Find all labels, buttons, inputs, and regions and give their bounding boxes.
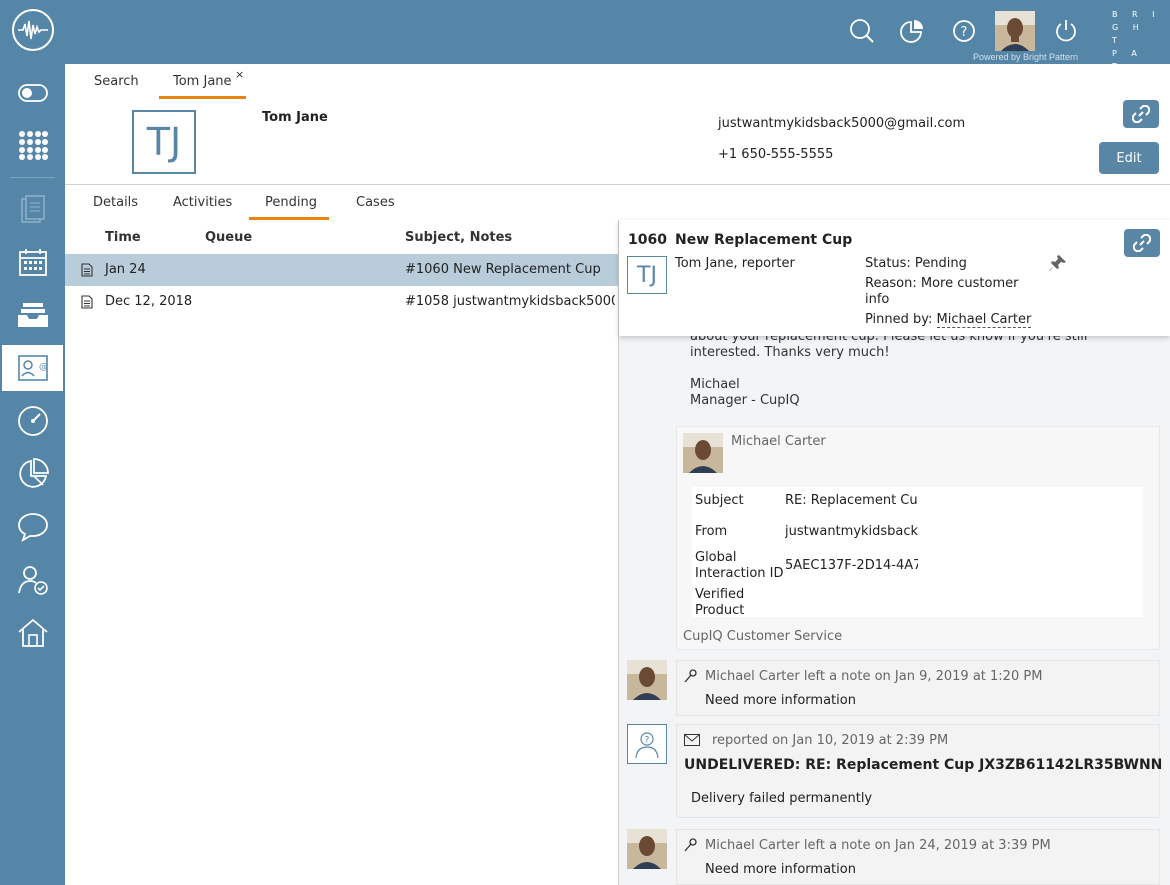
contact-name: Tom Jane (262, 110, 328, 125)
verified-label: Verified Product (695, 587, 745, 618)
undelivered-header: reported on Jan 10, 2019 at 2:39 PM (712, 733, 949, 748)
chat-icon[interactable] (0, 504, 65, 550)
search-icon[interactable] (848, 17, 876, 45)
active-tab-indicator (159, 96, 246, 99)
inbox-icon[interactable] (0, 292, 65, 338)
note-card: Michael Carter left a note on Jan 9, 201… (676, 660, 1160, 716)
case-status: Status: Pending (865, 256, 967, 271)
close-tab-icon[interactable]: × (235, 68, 244, 81)
svg-text:?: ? (961, 25, 968, 40)
header-divider (65, 184, 1170, 185)
tab-activities[interactable]: Activities (173, 195, 232, 210)
unknown-user-icon: ? (627, 724, 667, 764)
pin-note-icon (684, 838, 698, 856)
power-icon[interactable] (1052, 17, 1080, 45)
sidebar: @ (0, 64, 65, 885)
row-time: Jan 24 (105, 262, 146, 277)
brand-logo: B R I G H T P A T T E R N (1112, 10, 1161, 110)
reports-icon[interactable] (898, 17, 926, 45)
clipboard-icon[interactable] (0, 186, 65, 232)
copy-link-button[interactable] (1123, 100, 1159, 128)
subject-label: Subject (695, 493, 744, 508)
row-subject: #1058 justwantmykidsback5000... (405, 294, 615, 309)
sender-avatar (683, 433, 723, 473)
document-icon (81, 295, 93, 313)
from-label: From (695, 524, 728, 539)
contacts-icon[interactable]: @ (2, 345, 63, 391)
tab-tom-jane[interactable]: Tom Jane (173, 74, 232, 89)
case-reason: Reason: More customer info (865, 276, 1019, 307)
agent-icon[interactable] (0, 557, 65, 603)
tab-cases[interactable]: Cases (356, 195, 395, 210)
link-icon (1132, 105, 1150, 123)
note-body: Need more information (705, 862, 856, 877)
gid-label: Global Interaction ID (695, 550, 784, 581)
help-icon[interactable]: ? (950, 17, 978, 45)
row-time: Dec 12, 2018 (105, 294, 193, 309)
edit-button[interactable]: Edit (1099, 142, 1159, 174)
undelivered-body: Delivery failed permanently (691, 791, 873, 806)
note-header: Michael Carter left a note on Jan 24, 20… (705, 838, 1051, 853)
note-author-avatar (627, 829, 667, 869)
case-id: 1060 (628, 232, 667, 248)
toggle-icon[interactable] (0, 70, 65, 116)
case-reporter: Tom Jane, reporter (675, 256, 795, 271)
note-body: Need more information (705, 693, 856, 708)
column-queue[interactable]: Queue (205, 230, 252, 245)
email-metadata-table: Subject RE: Replacement Cup From justwan… (692, 487, 1143, 618)
pin-icon[interactable] (1049, 254, 1067, 276)
subject-value: RE: Replacement Cup (785, 493, 918, 508)
powered-by-text: Powered by Bright Pattern (973, 52, 1079, 62)
column-time[interactable]: Time (105, 230, 141, 245)
pinned-by-label: Pinned by: (865, 312, 933, 327)
app-logo-icon[interactable] (12, 9, 54, 51)
svg-text:@: @ (39, 362, 48, 372)
tab-search[interactable]: Search (94, 74, 139, 89)
top-bar: ? B R I G H T P A T T E R N Powered by B… (0, 0, 1170, 110)
from-value: justwantmykidsback5 (785, 524, 918, 539)
user-avatar[interactable] (995, 11, 1035, 51)
tab-pending[interactable]: Pending (265, 195, 317, 210)
message-signature-title: Manager - CupIQ (690, 393, 800, 408)
analytics-icon[interactable] (0, 451, 65, 497)
sidebar-divider (10, 177, 55, 178)
document-icon (81, 263, 93, 281)
gid-value: 5AEC137F-2D14-4A74 (785, 558, 918, 573)
column-subject[interactable]: Subject, Notes (405, 230, 512, 245)
tab-details[interactable]: Details (93, 195, 138, 210)
note-card: Michael Carter left a note on Jan 24, 20… (676, 829, 1160, 885)
pinned-by-user[interactable]: Michael Carter (936, 312, 1032, 328)
link-icon (1133, 234, 1151, 252)
home-icon[interactable] (0, 610, 65, 656)
message-signature-name: Michael (690, 377, 740, 392)
email-signature: CupIQ Customer Service (683, 629, 843, 644)
pin-note-icon (684, 669, 698, 687)
contact-avatar: TJ (132, 110, 196, 174)
table-row[interactable]: Dec 12, 2018 #1058 justwantmykidsback500… (65, 286, 618, 318)
envelope-icon (684, 734, 700, 750)
calendar-icon[interactable] (0, 239, 65, 285)
dashboard-icon[interactable] (0, 398, 65, 444)
table-row[interactable]: Jan 24 #1060 New Replacement Cup (65, 254, 618, 286)
svg-text:?: ? (645, 736, 650, 746)
reporter-avatar: TJ (627, 256, 667, 294)
contact-email[interactable]: justwantmykidsback5000@gmail.com (718, 116, 965, 131)
pinned-case-card: 1060 New Replacement Cup TJ Tom Jane, re… (619, 220, 1170, 336)
contact-phone[interactable]: +1 650-555-5555 (718, 147, 833, 162)
note-author-avatar (627, 660, 667, 700)
copy-case-link-button[interactable] (1124, 229, 1160, 257)
email-sender: Michael Carter (731, 434, 826, 449)
pinned-by: Pinned by: Michael Carter (865, 312, 1032, 328)
row-subject: #1060 New Replacement Cup (405, 262, 601, 277)
case-title: New Replacement Cup (675, 232, 853, 248)
undelivered-title: UNDELIVERED: RE: Replacement Cup JX3ZB61… (684, 757, 1163, 773)
message-partial-line: interested. Thanks very much! (690, 345, 890, 360)
dialpad-icon[interactable] (0, 122, 65, 168)
note-header: Michael Carter left a note on Jan 9, 201… (705, 669, 1043, 684)
active-subtab-indicator (249, 217, 329, 220)
